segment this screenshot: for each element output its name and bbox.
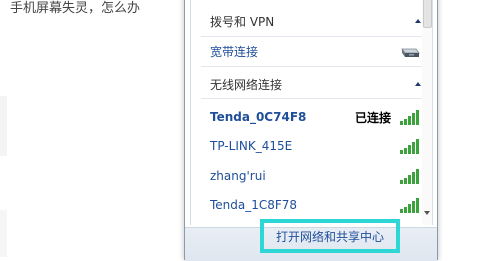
ethernet-icon <box>401 48 420 57</box>
network-name: Tenda_1C8F78 <box>210 198 298 212</box>
background-decoration <box>0 96 7 156</box>
network-flyout: 拨号和 VPN 宽带连接 无线网络连接 Tenda_0C74F8 已连接 TP-… <box>184 0 438 261</box>
divider <box>201 36 429 37</box>
background-article-text: 手机屏幕失灵，怎么办 <box>10 1 141 16</box>
wifi-network-item[interactable]: zhang'rui <box>197 163 429 189</box>
collapse-chevron-icon[interactable] <box>415 19 421 23</box>
wifi-signal-icon <box>400 139 419 154</box>
scroll-down-arrow-icon[interactable] <box>424 211 430 215</box>
connection-item-broadband[interactable]: 宽带连接 <box>197 38 429 64</box>
list-scrollbar[interactable] <box>422 0 432 225</box>
wifi-network-item[interactable]: TP-LINK_415E <box>197 133 429 159</box>
network-name: Tenda_0C74F8 <box>210 110 307 124</box>
background-decoration-bottom <box>0 210 7 257</box>
divider <box>201 66 429 67</box>
connection-name: 宽带连接 <box>210 44 259 59</box>
section-header-wireless[interactable]: 无线网络连接 <box>197 70 429 98</box>
network-name: TP-LINK_415E <box>210 139 293 153</box>
section-header-dialup-vpn[interactable]: 拨号和 VPN <box>197 7 429 35</box>
wifi-signal-icon <box>400 110 419 125</box>
section-title: 拨号和 VPN <box>210 14 275 29</box>
connection-list: 拨号和 VPN 宽带连接 无线网络连接 Tenda_0C74F8 已连接 TP-… <box>190 0 433 225</box>
wifi-signal-icon <box>400 198 419 213</box>
open-network-sharing-center-link[interactable]: 打开网络和共享中心 <box>260 219 400 253</box>
scrollbar-thumb[interactable] <box>423 0 432 28</box>
section-title: 无线网络连接 <box>210 77 283 92</box>
divider <box>201 98 429 99</box>
wifi-network-item[interactable]: Tenda_0C74F8 已连接 <box>197 104 429 130</box>
connected-status: 已连接 <box>354 110 391 125</box>
wifi-signal-icon <box>400 169 419 184</box>
wifi-network-item[interactable]: Tenda_1C8F78 <box>197 192 429 218</box>
collapse-chevron-icon[interactable] <box>415 82 421 86</box>
network-name: zhang'rui <box>210 169 266 183</box>
